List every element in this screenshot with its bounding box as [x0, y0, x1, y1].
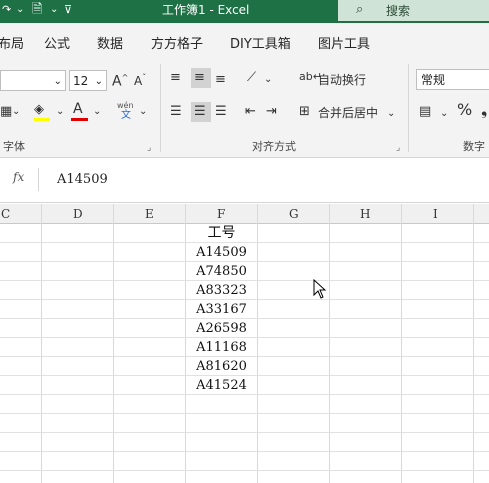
save-icon[interactable]: 🗎	[32, 0, 42, 20]
merge-center-label[interactable]: 合并后居中	[318, 105, 378, 121]
gridline	[0, 413, 489, 414]
divider	[408, 64, 409, 152]
align-bottom-icon[interactable]: ≡	[215, 72, 226, 88]
cell-f[interactable]: A74850	[186, 262, 257, 281]
accounting-format-icon[interactable]: ▤	[419, 104, 431, 120]
cell-f[interactable]: A14509	[186, 243, 257, 262]
gridline	[473, 204, 474, 483]
pinyin-char-icon: 文	[121, 110, 131, 121]
customize-qat-icon[interactable]: ⊽	[64, 0, 72, 20]
gridline	[329, 204, 330, 483]
group-label-alignment: 对齐方式	[252, 140, 296, 153]
gridline	[257, 204, 258, 483]
borders-icon[interactable]: ▦	[0, 104, 12, 120]
cell-f[interactable]: A41524	[186, 376, 257, 395]
number-format-value: 常规	[421, 73, 446, 87]
fill-color-icon[interactable]: ◈	[34, 102, 44, 118]
cell-f[interactable]: A83323	[186, 281, 257, 300]
column-header-f[interactable]: F	[217, 207, 225, 221]
align-left-icon[interactable]: ☰	[170, 104, 182, 120]
window-title: 工作簿1 - Excel	[162, 3, 250, 17]
tab-diy-toolbox[interactable]: DIY工具箱	[230, 33, 291, 52]
chevron-down-icon[interactable]: ⌄	[56, 104, 64, 120]
divider	[160, 64, 161, 152]
font-color-swatch	[71, 118, 88, 121]
tab-picture-tools[interactable]: 图片工具	[318, 33, 370, 52]
dialog-launcher-icon[interactable]: ⌟	[396, 140, 400, 156]
align-right-icon[interactable]: ☰	[215, 104, 227, 120]
dropdown-icon[interactable]: ⌄	[16, 0, 24, 20]
gridline	[113, 204, 114, 483]
column-header-e[interactable]: E	[145, 207, 154, 221]
comma-style-icon[interactable]: ❟	[481, 102, 487, 118]
cell-f[interactable]: A11168	[186, 338, 257, 357]
group-label-font: 字体	[3, 140, 25, 153]
ribbon: ⌄ 12 ⌄ A^ Aˇ ▦ ⌄ ◈ ⌄ A ⌄ wén 文 ⌄ 字体 ⌟ ≡ …	[0, 58, 489, 158]
tab-layout[interactable]: 布局	[0, 33, 24, 52]
search-label: 搜索	[386, 4, 411, 18]
align-middle-icon: ≡	[194, 70, 205, 85]
number-format-combo[interactable]: 常规	[416, 69, 489, 90]
column-header-g[interactable]: G	[289, 207, 299, 221]
group-label-number: 数字	[463, 140, 485, 153]
column-header-i[interactable]: I	[433, 207, 438, 221]
dropdown-icon[interactable]: ⌄	[50, 0, 58, 20]
column-header-c[interactable]: C	[1, 207, 10, 221]
cell-f[interactable]: A81620	[186, 357, 257, 376]
formula-input[interactable]: A14509	[57, 172, 108, 187]
insert-function-icon[interactable]: fx	[13, 170, 24, 184]
gridline	[41, 204, 42, 483]
cell-f[interactable]: A26598	[186, 319, 257, 338]
cell-f[interactable]: A33167	[186, 300, 257, 319]
font-size-combo[interactable]: 12 ⌄	[69, 70, 107, 91]
tab-data[interactable]: 数据	[97, 33, 123, 52]
title-bar: ↷ ⌄ 🗎 ⌄ ⊽ 工作簿1 - Excel ⌕ 搜索	[0, 0, 489, 23]
font-color-icon[interactable]: A	[73, 101, 83, 117]
chevron-down-icon[interactable]: ⌄	[264, 72, 272, 88]
gridline	[0, 432, 489, 433]
increase-indent-icon[interactable]: ⇥	[266, 104, 277, 120]
chevron-down-icon[interactable]: ⌄	[387, 106, 395, 122]
search-box[interactable]: ⌕ 搜索	[338, 0, 489, 21]
formula-bar: fx A14509	[0, 158, 489, 203]
column-header-h[interactable]: H	[360, 207, 370, 221]
font-size-value: 12	[73, 74, 89, 88]
search-icon: ⌕	[356, 2, 364, 17]
grow-font-icon[interactable]: A^	[112, 70, 128, 90]
gridline	[401, 204, 402, 483]
mouse-cursor-icon	[313, 279, 327, 299]
tab-formulas[interactable]: 公式	[44, 33, 70, 52]
wrap-text-label[interactable]: 自动换行	[318, 72, 366, 88]
align-center-icon: ☰	[194, 104, 206, 119]
merge-center-icon[interactable]: ⊞	[299, 104, 310, 120]
tab-fangfang[interactable]: 方方格子	[151, 33, 203, 52]
decrease-indent-icon[interactable]: ⇤	[245, 104, 256, 120]
cell-f-header[interactable]: 工号	[186, 224, 257, 243]
chevron-down-icon[interactable]: ⌄	[12, 104, 20, 120]
chevron-down-icon[interactable]: ⌄	[440, 106, 448, 122]
redo-icon[interactable]: ↷	[2, 0, 11, 20]
shrink-font-icon[interactable]: Aˇ	[134, 70, 146, 89]
orientation-icon[interactable]: ⟋	[247, 70, 256, 86]
chevron-down-icon[interactable]: ⌄	[139, 104, 147, 120]
gridline	[0, 451, 489, 452]
align-top-icon[interactable]: ≡	[170, 70, 181, 86]
dialog-launcher-icon[interactable]: ⌟	[147, 140, 151, 156]
fill-color-swatch	[34, 118, 50, 121]
percent-icon[interactable]: %	[457, 102, 472, 118]
font-name-combo[interactable]: ⌄	[0, 70, 66, 91]
gridline	[0, 470, 489, 471]
chevron-down-icon: ⌄	[94, 76, 103, 87]
ribbon-tabs: 布局 公式 数据 方方格子 DIY工具箱 图片工具	[0, 23, 489, 58]
chevron-down-icon: ⌄	[53, 76, 62, 87]
column-header-row: C D E F G H I	[0, 204, 489, 224]
column-header-d[interactable]: D	[73, 207, 83, 221]
insert-function-area: fx	[0, 168, 39, 191]
chevron-down-icon[interactable]: ⌄	[93, 104, 101, 120]
